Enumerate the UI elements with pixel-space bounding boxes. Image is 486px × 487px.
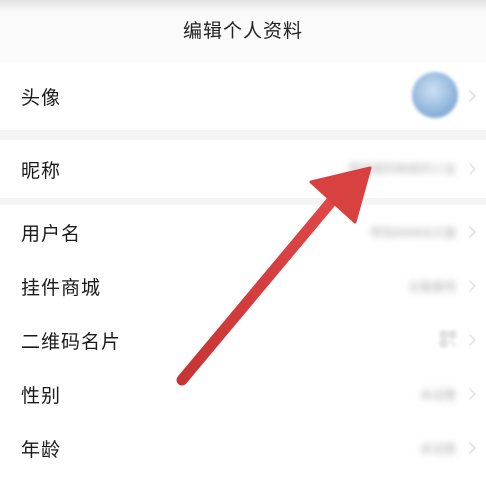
row-pendant-store[interactable]: 挂件商城 去看看吧 <box>0 259 486 313</box>
row-username[interactable]: 用户名 琴悦88868大猫 <box>0 205 486 259</box>
chevron-right-icon <box>464 90 476 102</box>
row-label: 挂件商城 <box>21 277 102 299</box>
row-value: 未设置 <box>419 388 456 402</box>
nav-header: 编辑个人资料 <box>0 0 486 62</box>
page-title: 编辑个人资料 <box>182 19 303 42</box>
chevron-right-icon <box>464 388 476 400</box>
row-gender[interactable]: 性别 未设置 <box>0 367 486 421</box>
qr-code-icon <box>440 331 456 347</box>
row-label: 用户名 <box>21 223 82 245</box>
row-label: 头像 <box>21 87 62 109</box>
row-value: 琴悦88868大猫 <box>369 226 456 240</box>
row-nickname[interactable]: 昵称 琴悦阁的桃桃的小宝 <box>0 140 486 198</box>
chevron-right-icon <box>464 442 476 454</box>
header-shadow <box>0 0 486 12</box>
edit-profile-screen: 编辑个人资料 头像 昵称 琴悦阁的桃桃的小宝 用户名 琴悦88868大猫 挂件商… <box>0 0 486 487</box>
row-age[interactable]: 年龄 未设置 <box>0 421 486 475</box>
row-avatar[interactable]: 头像 <box>0 62 486 130</box>
chevron-right-icon <box>464 334 476 346</box>
row-value: 琴悦阁的桃桃的小宝 <box>347 162 456 176</box>
row-label: 二维码名片 <box>21 331 122 353</box>
row-value: 去看看吧 <box>407 280 456 294</box>
chevron-right-icon <box>464 163 476 175</box>
row-label: 年龄 <box>21 439 62 461</box>
chevron-right-icon <box>464 280 476 292</box>
row-qr-card[interactable]: 二维码名片 <box>0 313 486 367</box>
row-label: 性别 <box>21 385 62 407</box>
chevron-right-icon <box>464 226 476 238</box>
avatar[interactable] <box>412 72 458 118</box>
row-value: 未设置 <box>419 442 456 456</box>
row-label: 昵称 <box>21 160 62 182</box>
